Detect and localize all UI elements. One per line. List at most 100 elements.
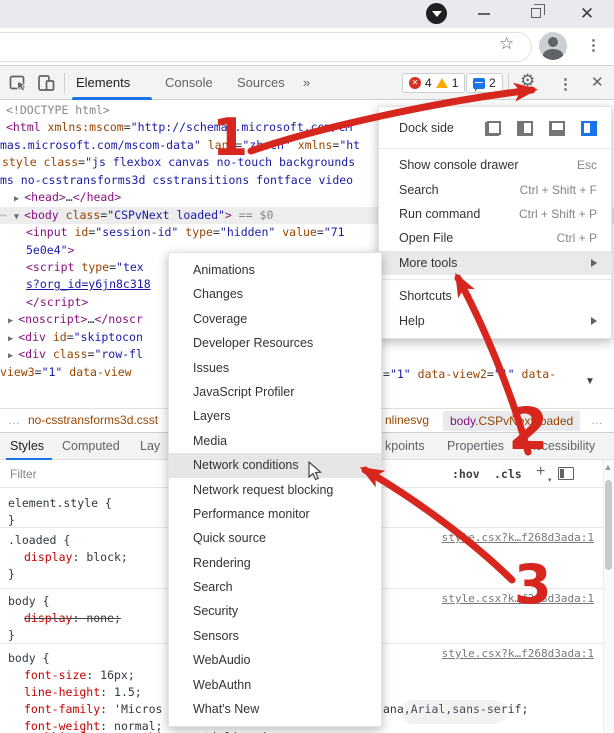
new-rule-caret-icon: ▾ [548, 476, 552, 484]
css-closing-brace: } [8, 628, 15, 642]
code-segment: id [68, 225, 89, 239]
messages-badge[interactable]: 2 [466, 73, 503, 93]
styles-tab-computed[interactable]: Computed [62, 433, 120, 459]
devtools-tab-console[interactable]: Console [165, 66, 213, 99]
breadcrumb-item[interactable]: nlinesvg [385, 413, 429, 427]
error-icon [409, 77, 421, 89]
breadcrumb-selected-item[interactable]: body.CSPvNext.loaded [443, 411, 580, 431]
submenu-item-changes[interactable]: Changes [169, 282, 381, 306]
code-segment: = [213, 225, 220, 239]
submenu-item-sensors[interactable]: Sensors [169, 624, 381, 648]
css-declaration[interactable]: line-height: 1.5; [24, 685, 142, 699]
menu-item-run-command[interactable]: Run commandCtrl + Shift + P [379, 202, 611, 226]
stylesheet-link[interactable]: style.csx?k…f268d3ada:1 [442, 647, 594, 660]
css-property-value: : 1.5; [100, 685, 142, 699]
css-selector[interactable]: element.style { [8, 496, 112, 510]
css-property-value: : block; [72, 550, 127, 564]
issues-badge[interactable]: 4 1 [402, 73, 465, 93]
code-segment: </noscr [94, 312, 142, 326]
menu-item-open-file[interactable]: Open FileCtrl + P [379, 226, 611, 250]
breadcrumb-ellipsis[interactable]: … [8, 413, 20, 427]
dom-line-fragment: ="1" data-view2="1" data- [383, 367, 556, 381]
menu-item-show-console-drawer[interactable]: Show console drawerEsc [379, 153, 611, 177]
code-segment: xmlns [291, 138, 333, 152]
code-segment: "ht [339, 138, 360, 152]
toggle-class-button[interactable]: .cls [494, 467, 522, 481]
css-declaration[interactable]: display: block; [24, 550, 128, 564]
scroll-down-icon[interactable]: ▼ [585, 376, 595, 387]
code-segment: lang [201, 138, 236, 152]
submenu-item-webaudio[interactable]: WebAudio [169, 648, 381, 672]
submenu-item-rendering[interactable]: Rendering [169, 551, 381, 575]
submenu-item-network-conditions[interactable]: Network conditions [169, 453, 381, 477]
toggle-hover-state-button[interactable]: :hov [452, 467, 480, 481]
submenu-item-security[interactable]: Security [169, 599, 381, 623]
window-restore-button[interactable] [531, 8, 541, 18]
styles-tab-lay[interactable]: Lay [140, 433, 160, 459]
window-close-button[interactable]: ✕ [577, 2, 597, 26]
profile-avatar[interactable] [539, 32, 567, 60]
css-declaration[interactable]: display: none; [24, 611, 121, 625]
devtools-tab-sources[interactable]: Sources [237, 66, 285, 99]
device-toolbar-icon[interactable] [36, 73, 56, 93]
inspect-element-icon[interactable] [8, 73, 28, 93]
watermark [402, 700, 506, 724]
submenu-item-performance-monitor[interactable]: Performance monitor [169, 502, 381, 526]
window-minimize-button[interactable] [478, 13, 490, 15]
css-selector[interactable]: body { [8, 651, 50, 665]
submenu-item-layers[interactable]: Layers [169, 404, 381, 428]
menu-item-search[interactable]: SearchCtrl + Shift + F [379, 177, 611, 201]
stylesheet-link[interactable]: style.csx?k…f268d3ada:1 [442, 592, 594, 605]
submenu-item-what-s-new[interactable]: What's New [169, 697, 381, 721]
new-style-rule-button[interactable]: + [536, 463, 545, 481]
address-bar[interactable] [0, 32, 532, 62]
submenu-item-media[interactable]: Media [169, 429, 381, 453]
breadcrumb-ellipsis[interactable]: … [591, 413, 603, 427]
submenu-item-search[interactable]: Search [169, 575, 381, 599]
menu-item-more-tools[interactable]: More tools [379, 251, 611, 275]
breadcrumb-item[interactable]: no-csstransforms3d.csst [28, 413, 158, 427]
styles-tab-kpoints[interactable]: kpoints [385, 433, 425, 459]
devtools-menu-icon[interactable]: ⋮ [558, 75, 573, 93]
code-segment: type [178, 225, 213, 239]
submenu-item-quick-source[interactable]: Quick source [169, 526, 381, 550]
devtools-close-icon[interactable]: ✕ [591, 73, 604, 91]
devtools-tab-elements[interactable]: Elements [76, 66, 130, 99]
filter-input[interactable]: Filter [10, 467, 37, 481]
css-declaration[interactable]: font-size: 16px; [24, 668, 135, 682]
submenu-item-coverage[interactable]: Coverage [169, 307, 381, 331]
submenu-item-javascript-profiler[interactable]: JavaScript Profiler [169, 380, 381, 404]
undock-icon[interactable] [485, 121, 501, 136]
submenu-item-developer-resources[interactable]: Developer Resources [169, 331, 381, 355]
css-selector[interactable]: .loaded { [8, 533, 70, 547]
menu-item-help[interactable]: Help [379, 308, 611, 332]
code-segment: "1" [390, 367, 411, 381]
dock-to-right-icon[interactable] [581, 121, 597, 136]
devtools-tab-[interactable]: » [303, 66, 310, 99]
styles-tab-accessibility[interactable]: Accessibility [527, 433, 595, 459]
submenu-item-animations[interactable]: Animations [169, 258, 381, 282]
scrollbar-thumb[interactable] [605, 480, 612, 570]
submenu-item-issues[interactable]: Issues [169, 356, 381, 380]
styles-tab-properties[interactable]: Properties [447, 433, 504, 459]
code-segment: "CSPvNext loaded" [107, 208, 225, 222]
download-complete-icon[interactable] [426, 3, 447, 24]
dock-to-left-icon[interactable] [517, 121, 533, 136]
code-segment: == $0 [232, 208, 274, 222]
stylesheet-link[interactable]: style.csx?k…f268d3ada:1 [442, 531, 594, 544]
styles-tab-styles[interactable]: Styles [10, 433, 44, 459]
submenu-item-network-request-blocking[interactable]: Network request blocking [169, 478, 381, 502]
browser-menu-icon[interactable]: ⋮ [586, 36, 601, 54]
code-segment: ▶ [8, 316, 18, 326]
bookmark-star-icon[interactable]: ☆ [499, 34, 514, 54]
css-property-name: line-height [24, 685, 100, 699]
dock-to-bottom-icon[interactable] [549, 121, 565, 136]
submenu-item-webauthn[interactable]: WebAuthn [169, 673, 381, 697]
scrollbar-up-icon[interactable]: ▲ [603, 462, 613, 472]
css-declaration[interactable]: font-family: 'Micros [24, 702, 162, 716]
code-segment: = [317, 225, 324, 239]
css-selector[interactable]: body { [8, 594, 50, 608]
settings-gear-icon[interactable]: ⚙ [520, 71, 535, 91]
menu-item-shortcuts[interactable]: Shortcuts [379, 284, 611, 308]
toggle-sidebar-pane-icon[interactable] [558, 467, 574, 480]
